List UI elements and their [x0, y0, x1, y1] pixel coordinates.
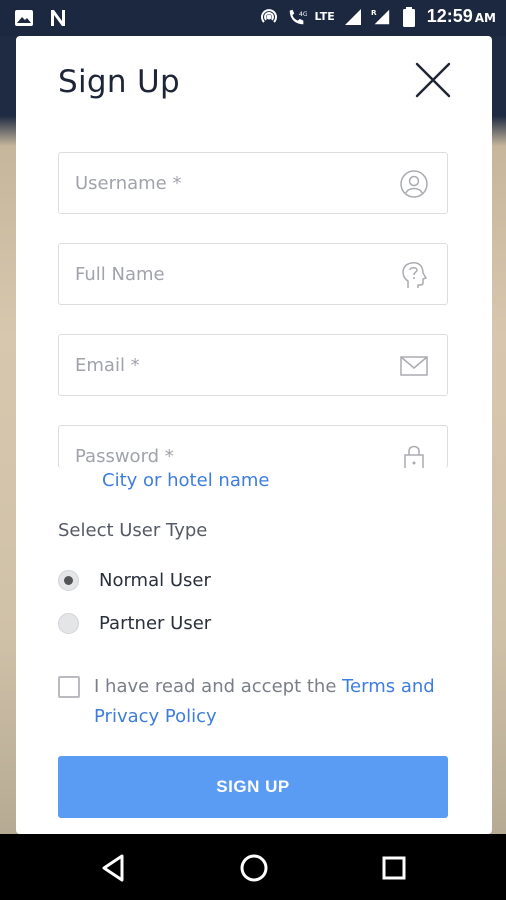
radio-button[interactable]	[58, 570, 79, 591]
signup-button[interactable]: SIGN UP	[58, 756, 448, 818]
user-icon	[399, 169, 429, 199]
signal-icon	[343, 7, 363, 27]
terms-text: I have read and accept the Terms and Pri…	[94, 676, 435, 727]
password-input[interactable]	[75, 426, 395, 468]
fullname-field	[58, 243, 448, 305]
home-circle-icon[interactable]	[236, 850, 272, 886]
wifi-calling-icon: 4G	[287, 7, 307, 27]
fullname-input[interactable]	[75, 244, 395, 304]
image-icon	[14, 8, 34, 28]
password-field	[58, 425, 448, 468]
autocomplete-suggestion[interactable]: City or hotel name	[102, 470, 269, 491]
terms-checkbox[interactable]	[58, 676, 80, 698]
recents-square-icon[interactable]	[376, 850, 412, 886]
radio-partner-user[interactable]: Partner User	[58, 613, 211, 634]
envelope-icon	[399, 351, 429, 381]
username-field	[58, 152, 448, 214]
radio-label: Partner User	[99, 613, 212, 634]
svg-text:R: R	[371, 8, 377, 17]
network-type-label: LTE	[314, 9, 335, 23]
close-icon[interactable]	[414, 61, 452, 99]
svg-text:4G: 4G	[298, 11, 306, 18]
status-bar: 4G LTE R 12:59 AM	[0, 0, 506, 36]
battery-icon	[399, 6, 419, 27]
n-logo-icon	[48, 8, 68, 28]
back-triangle-icon[interactable]	[96, 850, 132, 886]
username-input[interactable]	[75, 153, 395, 213]
user-type-label: Select User Type	[58, 520, 208, 541]
head-question-icon	[399, 260, 429, 290]
dialog-title: Sign Up	[58, 64, 180, 100]
lock-icon	[399, 442, 429, 468]
radio-button[interactable]	[58, 613, 79, 634]
signal-roaming-icon: R	[371, 7, 391, 27]
clock: 12:59 AM	[426, 6, 496, 26]
email-field	[58, 334, 448, 396]
navigation-bar	[0, 834, 506, 900]
email-input[interactable]	[75, 335, 395, 395]
radio-label: Normal User	[99, 570, 211, 591]
hotspot-icon	[259, 7, 279, 27]
radio-normal-user[interactable]: Normal User	[58, 570, 211, 591]
signup-dialog: Sign Up City or hotel name Select User T…	[16, 36, 492, 834]
